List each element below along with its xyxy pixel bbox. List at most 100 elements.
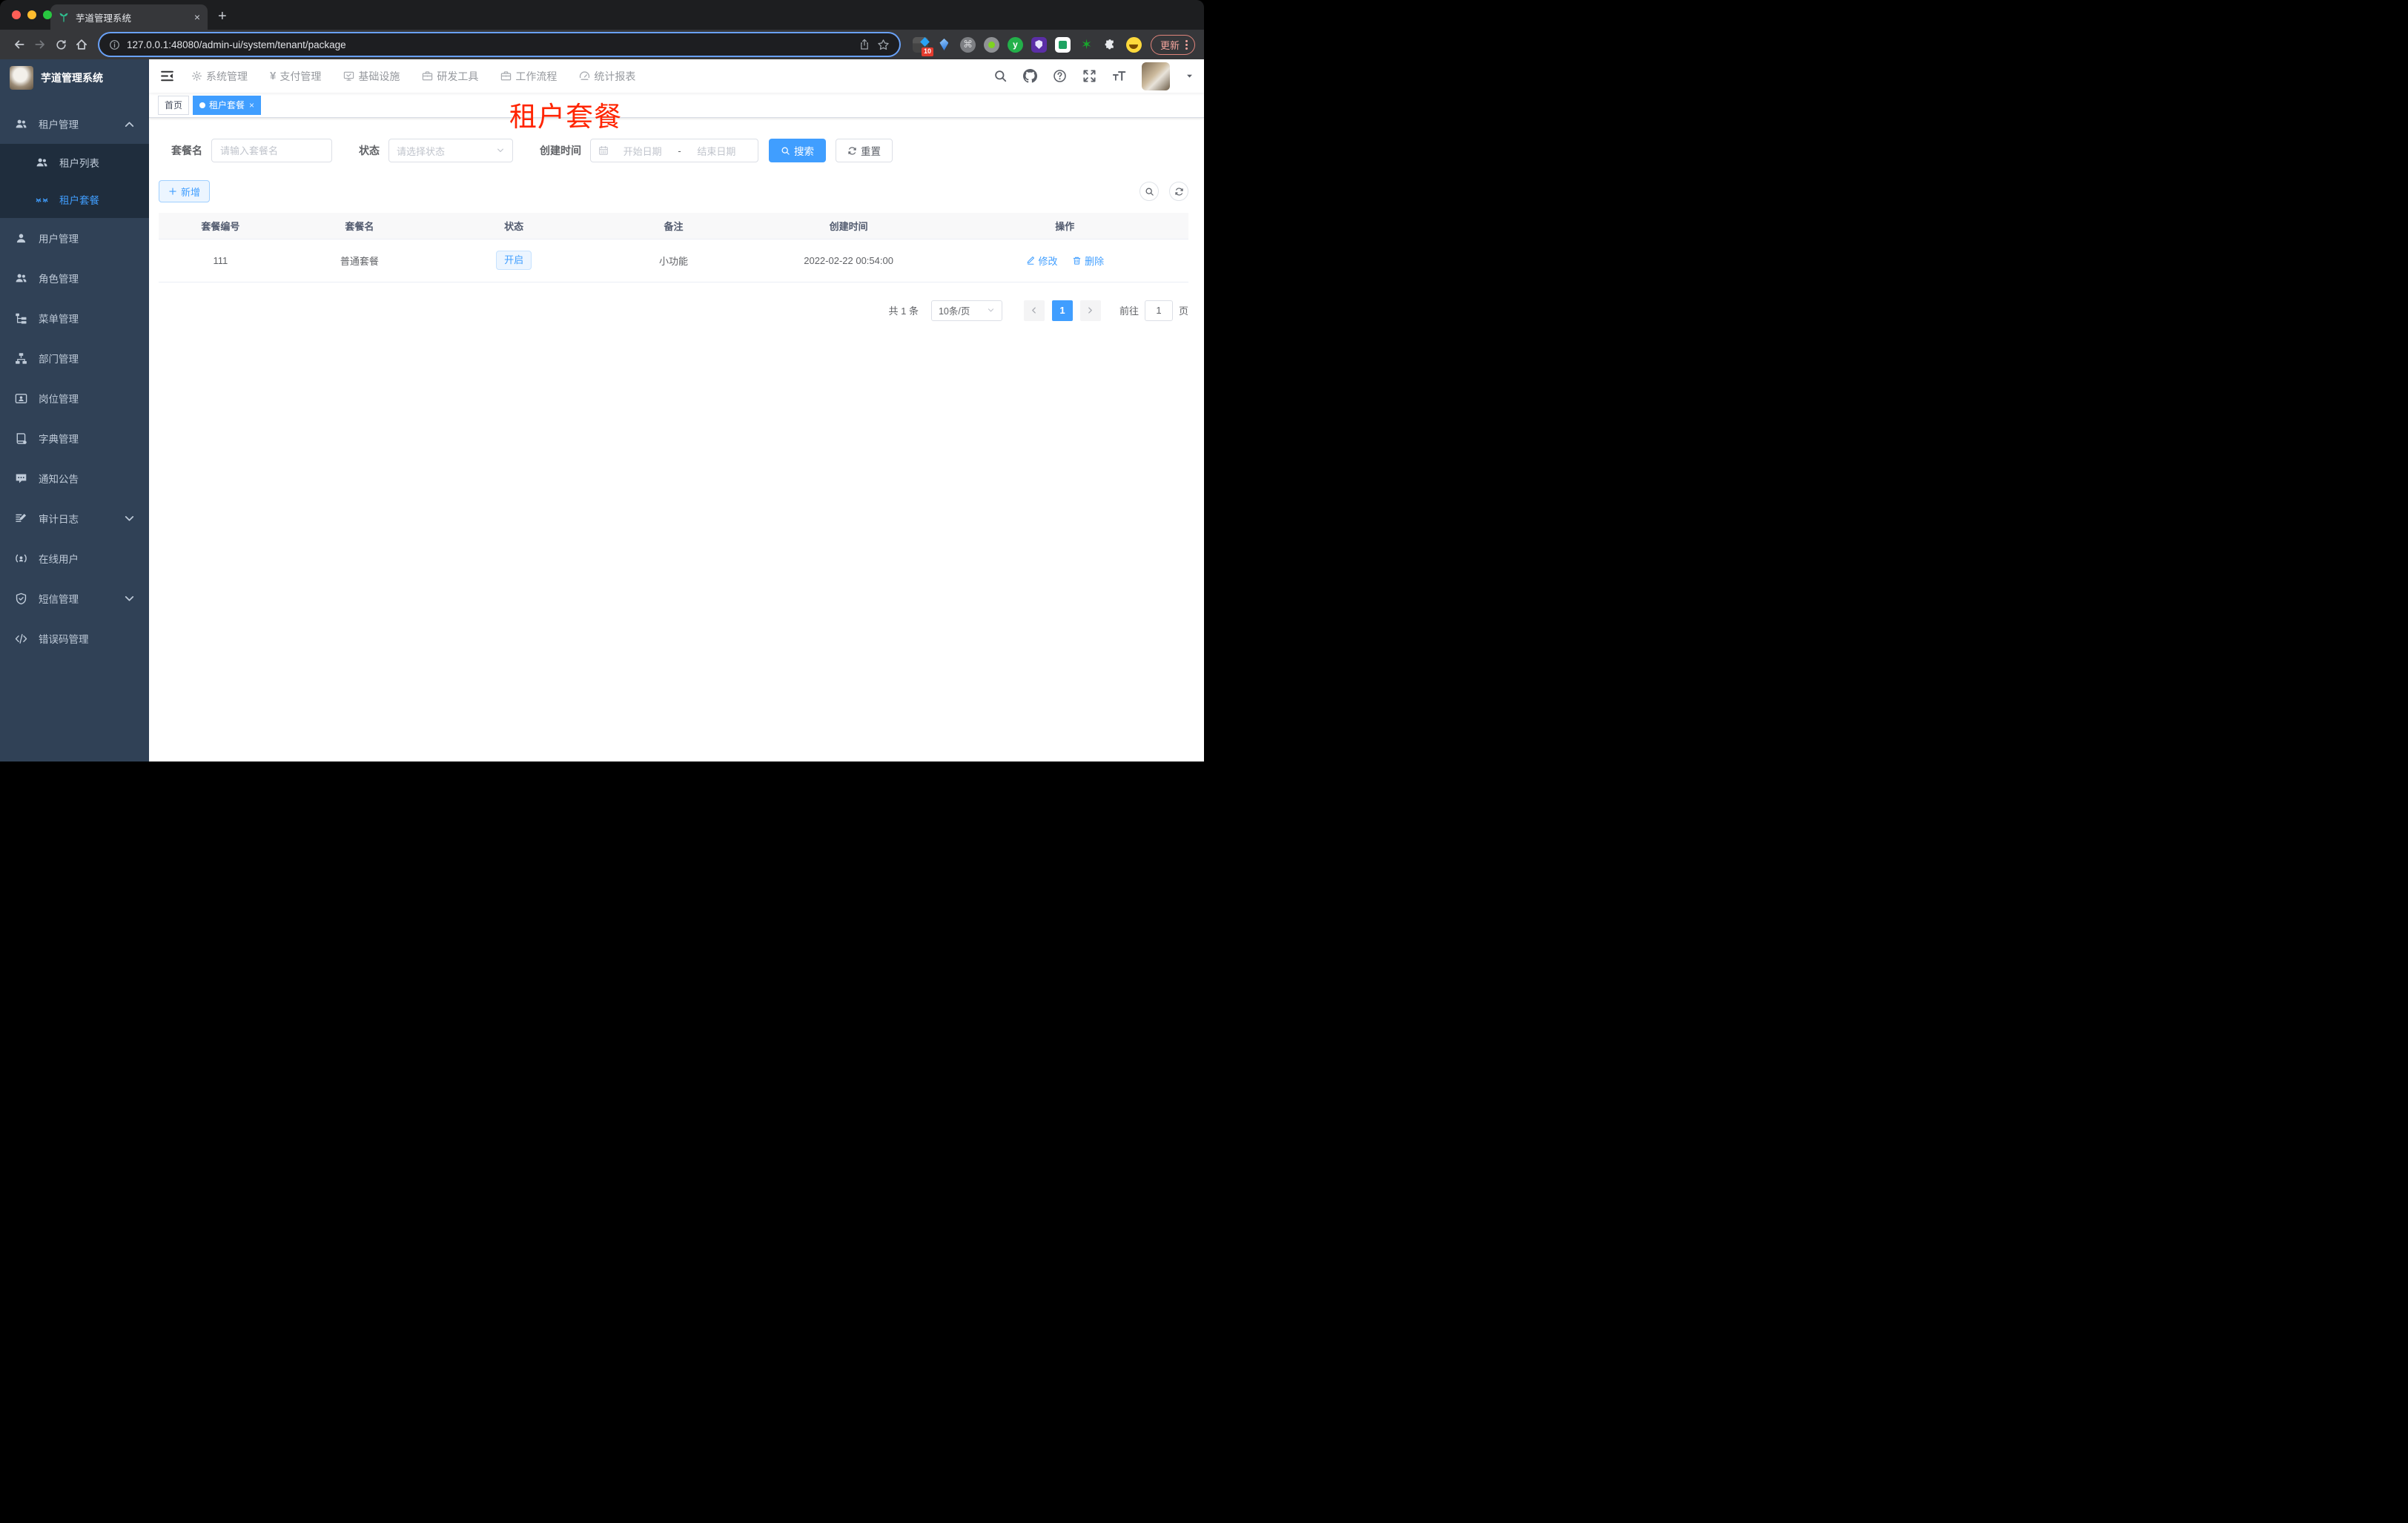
extension-tabs-icon[interactable]: 10 bbox=[912, 36, 933, 56]
select-chevron-down-icon bbox=[987, 306, 995, 314]
extension-shield-icon[interactable] bbox=[1031, 36, 1047, 53]
page-size-select[interactable]: 10条/页 bbox=[930, 300, 1002, 321]
sidebar-item-dict-mgmt[interactable]: 字典管理 bbox=[0, 418, 149, 458]
refresh-table-button[interactable] bbox=[1169, 182, 1188, 201]
sidebar-item-online-users[interactable]: 在线用户 bbox=[0, 538, 149, 578]
toolbar-right-icons bbox=[1140, 182, 1188, 201]
url-text[interactable]: 127.0.0.1:48080/admin-ui/system/tenant/p… bbox=[127, 39, 852, 50]
edit-log-icon bbox=[15, 512, 27, 525]
share-icon[interactable] bbox=[859, 39, 870, 50]
chevron-down-icon bbox=[123, 512, 136, 525]
tags-view-bar: 首页 租户套餐 × bbox=[149, 93, 1204, 118]
sidebar-item-error-code[interactable]: 错误码管理 bbox=[0, 618, 149, 658]
sidebar-item-sms-mgmt[interactable]: 短信管理 bbox=[0, 578, 149, 618]
current-page-button[interactable]: 1 bbox=[1051, 300, 1073, 321]
online-user-icon bbox=[15, 552, 27, 565]
tag-tenant-package[interactable]: 租户套餐 × bbox=[193, 95, 262, 115]
sidebar-item-tenant-package[interactable]: 租户套餐 bbox=[0, 181, 149, 218]
chevron-up-icon bbox=[123, 118, 136, 131]
delete-link[interactable]: 删除 bbox=[1072, 254, 1104, 268]
nav-workflow[interactable]: 工作流程 bbox=[500, 69, 557, 84]
extension-y-icon[interactable]: y bbox=[1007, 36, 1023, 53]
date-range-picker[interactable]: 开始日期 - 结束日期 bbox=[590, 139, 758, 162]
peoples-icon bbox=[15, 118, 27, 131]
extensions-puzzle-icon[interactable] bbox=[1102, 37, 1118, 53]
add-button[interactable]: 新增 bbox=[159, 180, 211, 202]
nav-report[interactable]: 统计报表 bbox=[579, 69, 635, 84]
status-select[interactable]: 请选择状态 bbox=[388, 139, 513, 162]
sidebar-item-menu-mgmt[interactable]: 菜单管理 bbox=[0, 298, 149, 338]
col-package-id: 套餐编号 bbox=[159, 213, 282, 239]
font-size-icon[interactable] bbox=[1112, 69, 1126, 83]
github-icon[interactable] bbox=[1023, 69, 1037, 83]
sidebar-item-dept-mgmt[interactable]: 部门管理 bbox=[0, 338, 149, 378]
close-window-button[interactable] bbox=[12, 10, 21, 19]
sidebar-item-tenant-list[interactable]: 租户列表 bbox=[0, 144, 149, 181]
help-icon[interactable] bbox=[1053, 69, 1067, 83]
extension-command-icon[interactable]: ⌘ bbox=[959, 36, 976, 53]
next-page-button[interactable] bbox=[1079, 300, 1101, 321]
peoples-icon bbox=[15, 272, 27, 285]
chevron-right-icon bbox=[1086, 306, 1094, 314]
fullscreen-icon[interactable] bbox=[1082, 69, 1096, 83]
message-icon bbox=[15, 472, 27, 485]
nav-payment-mgmt[interactable]: ¥ 支付管理 bbox=[270, 69, 321, 84]
cell-remark: 小功能 bbox=[591, 239, 756, 283]
refresh-icon bbox=[847, 146, 857, 156]
address-bar[interactable]: 127.0.0.1:48080/admin-ui/system/tenant/p… bbox=[99, 33, 899, 56]
user-avatar[interactable] bbox=[1142, 62, 1170, 90]
home-icon[interactable] bbox=[71, 34, 92, 55]
bookmark-star-icon[interactable] bbox=[877, 39, 890, 51]
code-icon bbox=[15, 632, 27, 645]
site-info-icon[interactable] bbox=[109, 39, 120, 50]
forward-icon[interactable] bbox=[30, 34, 50, 55]
sidebar-item-user-mgmt[interactable]: 用户管理 bbox=[0, 218, 149, 258]
prev-page-button[interactable] bbox=[1023, 300, 1045, 321]
sidebar-item-role-mgmt[interactable]: 角色管理 bbox=[0, 258, 149, 298]
sidebar-item-notice[interactable]: 通知公告 bbox=[0, 458, 149, 498]
zoom-window-button[interactable] bbox=[43, 10, 52, 19]
app-logo-row[interactable]: 芋道管理系统 bbox=[0, 59, 149, 96]
tag-home[interactable]: 首页 bbox=[158, 95, 190, 115]
browser-tab[interactable]: 芋道管理系统 × bbox=[50, 4, 208, 30]
minimize-window-button[interactable] bbox=[27, 10, 36, 19]
nav-system-mgmt[interactable]: 系统管理 bbox=[191, 69, 248, 84]
package-name-input[interactable] bbox=[212, 139, 331, 162]
header-right bbox=[993, 62, 1204, 90]
tab-close-icon[interactable]: × bbox=[194, 11, 200, 23]
col-actions: 操作 bbox=[941, 213, 1188, 239]
chrome-update-button[interactable]: 更新 bbox=[1150, 34, 1195, 55]
filter-form: 套餐名 状态 请选择状态 创建时间 开始日期 bbox=[171, 139, 1188, 162]
profile-avatar-icon[interactable] bbox=[1125, 36, 1142, 53]
extension-chat-icon[interactable] bbox=[1054, 36, 1071, 53]
start-date-placeholder[interactable]: 开始日期 bbox=[609, 144, 676, 158]
sidebar-item-audit-log[interactable]: 审计日志 bbox=[0, 498, 149, 538]
nav-dev-tools[interactable]: 研发工具 bbox=[422, 69, 478, 84]
tag-close-icon[interactable]: × bbox=[249, 100, 254, 110]
end-date-placeholder[interactable]: 结束日期 bbox=[683, 144, 750, 158]
reload-icon[interactable] bbox=[50, 34, 71, 55]
extension-star-icon[interactable]: ✶ bbox=[1079, 37, 1094, 53]
pagination: 共 1 条 10条/页 1 前往 页 bbox=[159, 300, 1188, 321]
avatar-caret-down-icon[interactable] bbox=[1185, 72, 1194, 80]
search-button[interactable]: 搜索 bbox=[769, 139, 826, 162]
back-icon[interactable] bbox=[9, 34, 30, 55]
goto-page-input[interactable] bbox=[1144, 300, 1173, 321]
reset-button[interactable]: 重置 bbox=[836, 139, 893, 162]
update-label: 更新 bbox=[1160, 39, 1180, 51]
sidebar-toggle-icon[interactable] bbox=[149, 69, 185, 83]
extension-gem-icon[interactable] bbox=[936, 37, 952, 53]
chevron-down-icon bbox=[123, 592, 136, 605]
header-search-icon[interactable] bbox=[993, 69, 1008, 83]
table-header-row: 套餐编号 套餐名 状态 备注 创建时间 操作 bbox=[159, 213, 1188, 239]
sidebar-item-post-mgmt[interactable]: 岗位管理 bbox=[0, 378, 149, 418]
extension-recorder-icon[interactable] bbox=[983, 36, 999, 53]
nav-infrastructure[interactable]: 基础设施 bbox=[343, 69, 400, 84]
col-remark: 备注 bbox=[591, 213, 756, 239]
sidebar-item-tenant-mgmt[interactable]: 租户管理 bbox=[0, 104, 149, 144]
new-tab-button[interactable]: + bbox=[218, 8, 227, 25]
browser-menu-icon[interactable] bbox=[1185, 39, 1188, 50]
page-overlay-title: 租户套餐 bbox=[509, 102, 622, 132]
toggle-search-button[interactable] bbox=[1140, 182, 1159, 201]
edit-link[interactable]: 修改 bbox=[1025, 254, 1057, 268]
